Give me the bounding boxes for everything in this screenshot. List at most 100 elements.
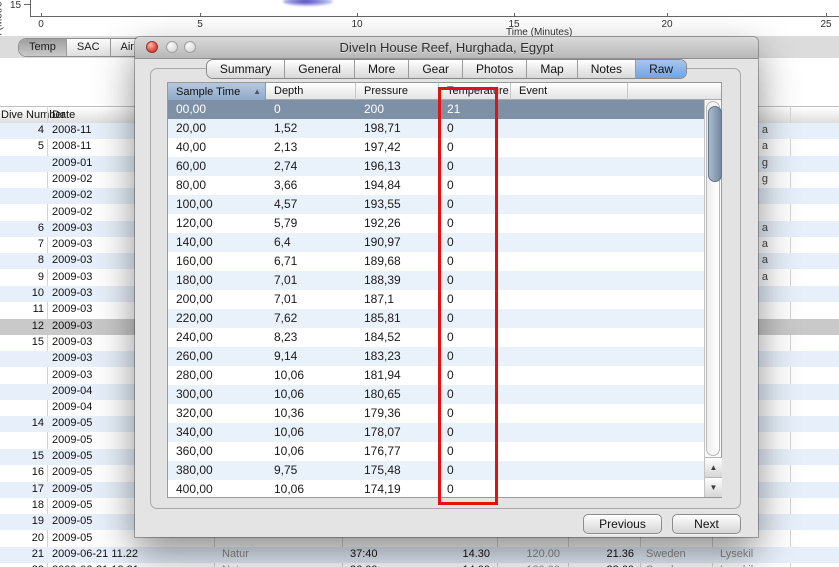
raw-sample-row[interactable]: 200,007,01187,10 (168, 290, 704, 309)
dive-date-cell: 2009-02 (52, 189, 92, 201)
raw-sample-row[interactable]: 160,006,71189,680 (168, 252, 704, 271)
dive-number-cell: 17 (0, 483, 44, 495)
dialog-titlebar[interactable]: DiveIn House Reef, Hurghada, Egypt (135, 37, 758, 59)
dive-number-cell: 4 (0, 124, 44, 136)
dive-list-col-date[interactable]: Date (52, 109, 75, 121)
raw-sample-cell (628, 328, 704, 347)
raw-sample-cell (511, 309, 628, 328)
raw-sample-row[interactable]: 100,004,57193,550 (168, 195, 704, 214)
column-header-pressure[interactable]: Pressure (356, 83, 439, 100)
x-tick-mark (667, 13, 668, 17)
raw-sample-row[interactable]: 340,0010,06178,070 (168, 423, 704, 442)
raw-sample-cell: 188,39 (356, 271, 439, 290)
raw-sample-cell: 10,06 (266, 442, 356, 461)
raw-sample-cell (511, 328, 628, 347)
raw-sample-cell: 6,4 (266, 233, 356, 252)
tab-raw[interactable]: Raw (635, 60, 686, 78)
raw-sample-cell: 181,94 (356, 366, 439, 385)
raw-sample-row[interactable]: 260,009,14183,230 (168, 347, 704, 366)
tab-more[interactable]: More (354, 60, 408, 78)
raw-sample-row[interactable]: 40,002,13197,420 (168, 138, 704, 157)
dive-list-row[interactable]: 222009-06-21 13.31Natur36:0014.00120.002… (0, 563, 839, 567)
tab-map[interactable]: Map (526, 60, 576, 78)
raw-sample-cell: 9,75 (266, 461, 356, 480)
dive-list-cell: Natur (222, 548, 249, 560)
raw-sample-cell: 2,74 (266, 157, 356, 176)
raw-sample-row[interactable]: 140,006,4190,970 (168, 233, 704, 252)
raw-sample-cell: 7,01 (266, 290, 356, 309)
tab-summary[interactable]: Summary (207, 60, 284, 78)
raw-sample-cell: 7,62 (266, 309, 356, 328)
scroll-down-icon[interactable]: ▼ (705, 477, 722, 497)
dive-list-cell: 21.36 (574, 548, 634, 560)
raw-sample-cell (628, 119, 704, 138)
y-tick-label: 15 (10, 0, 21, 11)
raw-sample-row[interactable]: 360,0010,06176,770 (168, 442, 704, 461)
scrollbar-thumb[interactable] (708, 106, 722, 182)
dialog-title: DiveIn House Reef, Hurghada, Egypt (135, 40, 758, 55)
vertical-scrollbar[interactable]: ▲ ▼ (704, 100, 721, 497)
raw-sample-cell: 10,06 (266, 423, 356, 442)
raw-sample-cell: 40,00 (168, 138, 266, 157)
column-header-depth[interactable]: Depth (266, 83, 356, 100)
raw-sample-row[interactable]: 80,003,66194,840 (168, 176, 704, 195)
raw-sample-cell: 240,00 (168, 328, 266, 347)
x-tick-mark (357, 13, 358, 17)
dive-number-cell: 8 (0, 254, 44, 266)
raw-sample-row[interactable]: 60,002,74196,130 (168, 157, 704, 176)
scroll-up-icon[interactable]: ▲ (705, 457, 722, 477)
raw-sample-row[interactable]: 20,001,52198,710 (168, 119, 704, 138)
raw-sample-cell (628, 461, 704, 480)
annotation-rectangle (438, 87, 498, 505)
dive-date-cell: 2009-03 (52, 287, 92, 299)
raw-sample-row[interactable]: 180,007,01188,390 (168, 271, 704, 290)
raw-sample-cell: 175,48 (356, 461, 439, 480)
segment-temp[interactable]: Temp (19, 39, 66, 56)
raw-sample-cell: 180,00 (168, 271, 266, 290)
raw-sample-cell (511, 252, 628, 271)
raw-sample-cell: 00,00 (168, 100, 266, 119)
x-tick-mark (826, 13, 827, 17)
raw-sample-row[interactable]: 240,008,23184,520 (168, 328, 704, 347)
next-button[interactable]: Next (672, 514, 741, 534)
dive-date-cell: 2008-11 (52, 140, 92, 152)
x-tick-label: 20 (661, 19, 672, 30)
raw-sample-cell: 179,36 (356, 404, 439, 423)
raw-sample-row[interactable]: 300,0010,06180,650 (168, 385, 704, 404)
raw-sample-cell (628, 309, 704, 328)
column-header-sample-time[interactable]: Sample Time ▲ (168, 83, 266, 100)
raw-sample-cell (511, 385, 628, 404)
raw-sample-row[interactable]: 320,0010,36179,360 (168, 404, 704, 423)
raw-sample-row[interactable]: 400,0010,06174,190 (168, 480, 704, 497)
tab-notes[interactable]: Notes (577, 60, 635, 78)
dive-list-cell: 14.30 (430, 548, 490, 560)
column-header-event[interactable]: Event (511, 83, 628, 100)
raw-sample-cell (628, 385, 704, 404)
raw-sample-cell (628, 271, 704, 290)
tab-gear[interactable]: Gear (408, 60, 462, 78)
raw-sample-cell: 260,00 (168, 347, 266, 366)
dive-number-cell: 14 (0, 417, 44, 429)
dive-list-row[interactable]: 212009-06-21 11.22Natur37:4014.30120.002… (0, 547, 839, 563)
raw-sample-cell: 2,13 (266, 138, 356, 157)
raw-sample-row[interactable]: 380,009,75175,480 (168, 461, 704, 480)
tab-photos[interactable]: Photos (462, 60, 526, 78)
raw-sample-cell: 176,77 (356, 442, 439, 461)
raw-sample-cell (511, 176, 628, 195)
dive-list-cell: Lysekil (720, 548, 753, 560)
raw-sample-row[interactable]: 220,007,62185,810 (168, 309, 704, 328)
raw-sample-cell: 80,00 (168, 176, 266, 195)
dive-date-cell: 2009-05 (52, 466, 92, 478)
tab-general[interactable]: General (284, 60, 354, 78)
dive-number-cell: 5 (0, 140, 44, 152)
raw-sample-cell: 220,00 (168, 309, 266, 328)
segment-sac[interactable]: SAC (66, 39, 110, 56)
raw-sample-cell (511, 423, 628, 442)
raw-sample-cell (628, 176, 704, 195)
previous-button[interactable]: Previous (583, 514, 662, 534)
raw-sample-row[interactable]: 120,005,79192,260 (168, 214, 704, 233)
raw-sample-row[interactable]: 280,0010,06181,940 (168, 366, 704, 385)
raw-sample-row[interactable]: 00,00020021 (168, 100, 704, 119)
scrollbar-track[interactable] (706, 101, 720, 456)
dive-date-cell: 2009-02 (52, 206, 92, 218)
